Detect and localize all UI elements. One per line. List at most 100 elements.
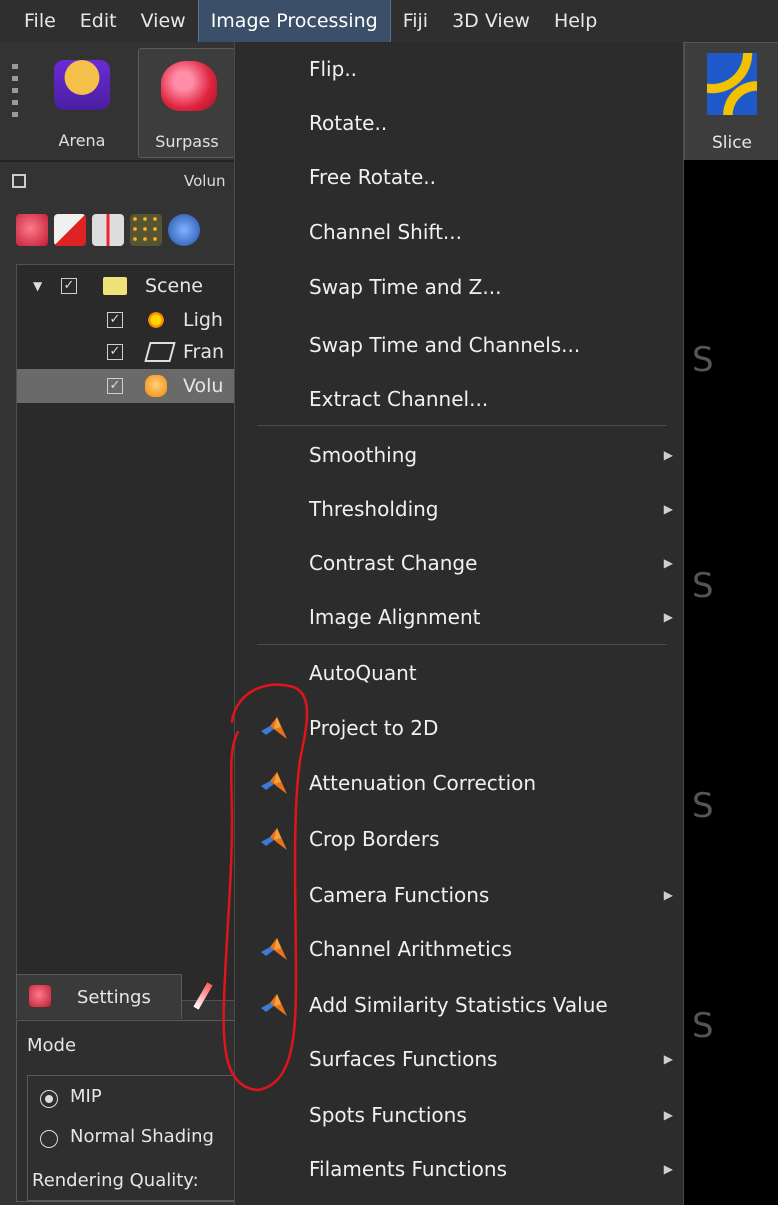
menu-item-label: Smoothing [309, 443, 418, 467]
brush-icon[interactable] [193, 982, 213, 1010]
slice-label: Slice [711, 133, 753, 153]
folder-icon [103, 277, 127, 295]
object-icon-row [16, 214, 200, 250]
rendering-quality-label: Rendering Quality: [32, 1170, 199, 1191]
menu-fiji[interactable]: Fiji [391, 0, 440, 42]
checkbox[interactable]: ✓ [61, 278, 77, 294]
clipping-plane-icon[interactable] [92, 214, 124, 246]
menu-item-channel-arithmetics[interactable]: Channel Arithmetics [235, 922, 683, 976]
surpass-label: Surpass [155, 132, 219, 151]
arena-button[interactable]: Arena [36, 48, 128, 156]
scene-tree: ▼ ✓ Scene ✓ Ligh ✓ Fran ✓ Volu [16, 264, 238, 1001]
chevron-right-icon: ▶ [663, 556, 673, 570]
checkbox[interactable]: ✓ [107, 312, 123, 328]
menu-item-add-similarity-statistics-value[interactable]: Add Similarity Statistics Value [235, 978, 683, 1032]
matlab-icon [261, 828, 287, 850]
chevron-right-icon: ▶ [663, 448, 673, 462]
tree-label: Fran [183, 341, 225, 363]
menu-image-processing[interactable]: Image Processing [197, 0, 391, 43]
menu-item-crop-borders[interactable]: Crop Borders [235, 812, 683, 866]
menu-item-attenuation-correction[interactable]: Attenuation Correction [235, 756, 683, 810]
frame-add-icon[interactable] [54, 214, 86, 246]
surpass-button[interactable]: Surpass [138, 48, 236, 158]
spots-add-icon[interactable] [130, 214, 162, 246]
chevron-right-icon: ▶ [663, 1052, 673, 1066]
tree-row-volume[interactable]: ✓ Volu [17, 369, 237, 403]
menu-item-label: Contrast Change [309, 551, 478, 575]
viewer-overlay-text: S [692, 786, 714, 826]
menu-item-label: Flip.. [309, 57, 358, 81]
menu-item-label: Rotate.. [309, 111, 388, 135]
menu-item-extract-channel[interactable]: Extract Channel... [235, 372, 683, 426]
menu-file[interactable]: File [0, 0, 68, 42]
menu-item-label: Swap Time and Channels... [309, 333, 581, 357]
popout-icon[interactable] [12, 174, 26, 188]
tree-row-scene[interactable]: ▼ ✓ Scene [17, 269, 237, 303]
chevron-right-icon: ▶ [663, 502, 673, 516]
menu-item-label: Channel Shift... [309, 220, 462, 244]
arena-icon [54, 60, 110, 110]
matlab-icon [261, 994, 287, 1016]
left-panel: Arena Surpass Volun ▼ ✓ Scene ✓ Ligh ✓ F… [0, 42, 239, 1205]
volume-settings-icon [29, 985, 51, 1007]
menu-item-label: Surfaces Functions [309, 1047, 498, 1071]
menu-item-label: Filaments Functions [309, 1157, 507, 1181]
slice-icon [707, 53, 757, 115]
menu-item-swap-time-and-z[interactable]: Swap Time and Z... [235, 260, 683, 314]
menu-item-label: Swap Time and Z... [309, 275, 502, 299]
menu-item-label: Extract Channel... [309, 387, 489, 411]
menu-item-camera-functions[interactable]: Camera Functions ▶ [235, 868, 683, 922]
menu-view[interactable]: View [129, 0, 198, 42]
menu-item-spots-functions[interactable]: Spots Functions ▶ [235, 1088, 683, 1142]
menu-item-free-rotate[interactable]: Free Rotate.. [235, 150, 683, 204]
menu-item-flip[interactable]: Flip.. [235, 42, 683, 96]
menu-item-contrast-change[interactable]: Contrast Change ▶ [235, 536, 683, 590]
menu-item-label: Thresholding [309, 497, 439, 521]
tree-row-frame[interactable]: ✓ Fran [17, 335, 237, 369]
tab-settings[interactable]: Settings [16, 974, 182, 1019]
menu-edit[interactable]: Edit [68, 0, 129, 42]
menu-divider [257, 644, 667, 645]
menu-item-label: Camera Functions [309, 883, 490, 907]
volume-header-label: Volun [184, 172, 226, 190]
menu-item-label: Add Similarity Statistics Value [309, 993, 608, 1017]
volume-add-icon[interactable] [16, 214, 48, 246]
properties-tabs: Settings [16, 974, 236, 1020]
surpass-icon [161, 61, 217, 111]
surfaces-add-icon[interactable] [168, 214, 200, 246]
menu-item-thresholding[interactable]: Thresholding ▶ [235, 482, 683, 536]
viewer-overlay-text: S [692, 1006, 714, 1046]
radio-normal-label: Normal Shading [70, 1126, 214, 1147]
menu-item-filaments-functions[interactable]: Filaments Functions ▶ [235, 1142, 683, 1196]
toolbar-grip[interactable] [12, 64, 18, 124]
checkbox[interactable]: ✓ [107, 378, 123, 394]
tab-settings-label: Settings [77, 987, 151, 1008]
tree-row-light[interactable]: ✓ Ligh [17, 303, 237, 337]
image-processing-menu: Flip.. Rotate.. Free Rotate.. Channel Shift… [234, 42, 684, 1205]
expand-arrow-icon[interactable]: ▼ [33, 279, 42, 293]
menu-item-channel-shift[interactable]: Channel Shift... [235, 205, 683, 259]
menu-item-label: Project to 2D [309, 716, 439, 740]
menu-item-project-to-2d[interactable]: Project to 2D [235, 701, 683, 755]
tree-label: Ligh [183, 309, 223, 331]
tree-label: Scene [145, 275, 203, 297]
menu-item-smoothing[interactable]: Smoothing ▶ [235, 428, 683, 482]
chevron-right-icon: ▶ [663, 1162, 673, 1176]
slice-button[interactable]: Slice [684, 42, 778, 162]
menu-item-swap-time-and-channels[interactable]: Swap Time and Channels... [235, 318, 683, 372]
menu-item-image-alignment[interactable]: Image Alignment ▶ [235, 590, 683, 644]
3d-viewer[interactable]: S S S S [684, 160, 778, 1205]
menu-item-label: Free Rotate.. [309, 165, 436, 189]
menu-item-rotate[interactable]: Rotate.. [235, 96, 683, 150]
arena-label: Arena [58, 131, 106, 150]
matlab-icon [261, 772, 287, 794]
frame-icon [144, 342, 176, 362]
menu-help[interactable]: Help [542, 0, 609, 42]
menu-item-autoquant[interactable]: AutoQuant [235, 646, 683, 700]
radio-normal-shading[interactable] [40, 1130, 58, 1148]
volume-header: Volun [0, 170, 236, 198]
menu-3d-view[interactable]: 3D View [440, 0, 542, 42]
menu-item-surfaces-functions[interactable]: Surfaces Functions ▶ [235, 1032, 683, 1086]
checkbox[interactable]: ✓ [107, 344, 123, 360]
radio-mip[interactable] [40, 1090, 58, 1108]
